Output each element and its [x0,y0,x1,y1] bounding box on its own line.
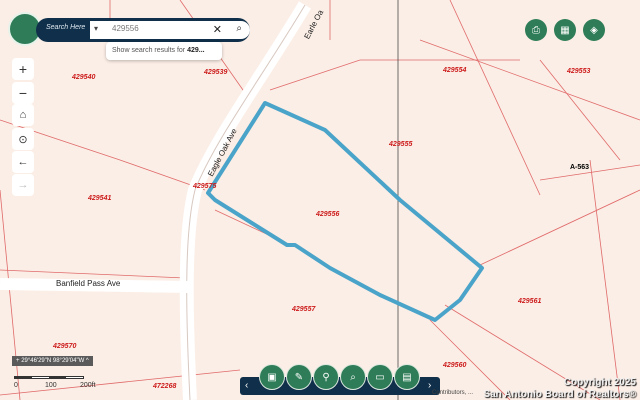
expand-icon[interactable]: + [16,358,20,364]
parcel-label: 429570 [53,343,77,350]
grid-icon[interactable]: ▦ [554,19,576,41]
parcel-label: 429540 [72,74,96,81]
coordinate-text: 29°46'29"N 98°29'04"W [21,358,85,364]
parcel-label: 429539 [204,69,228,76]
scale-bar [14,376,84,379]
print-icon[interactable]: ⎙ [525,19,547,41]
chevron-left-icon[interactable]: ‹ [245,380,248,391]
parcel-label: 429561 [518,298,542,305]
map-attribution: Contributors, ... [432,390,474,396]
search-field[interactable]: ▾ ✕ ⌕ [90,21,250,39]
suggestion-term: 429... [187,47,205,54]
search-suggestion[interactable]: Show search results for 429... [106,42,222,60]
back-arrow-icon[interactable]: ← [12,151,34,173]
zoom-out-button[interactable]: − [12,82,34,104]
suggestion-text: Show search results for [112,47,186,54]
selected-parcel-label: 429556 [316,211,340,218]
parcel-label: 429575 [193,183,217,190]
scale-label: 100 [45,382,57,389]
copyright-line: Copyright 2025 [563,377,636,388]
search-bar: Search Here ▾ ✕ ⌕ [36,18,250,42]
chevron-up-icon[interactable]: ^ [86,358,89,364]
forward-arrow-icon[interactable]: → [12,174,34,196]
scale-label: 200ft [80,382,96,389]
parcel-label: 429541 [88,195,112,202]
ruler-icon[interactable]: ▭ [367,364,393,390]
report-icon[interactable]: ▤ [394,364,420,390]
road-label-banfield-pass: Banfield Pass Ave [56,279,121,288]
close-icon[interactable]: ✕ [213,23,222,36]
parcel-label: 429560 [443,362,467,369]
search-icon[interactable]: ⌕ [236,23,242,34]
scale-label: 0 [14,382,18,389]
zoom-in-button[interactable]: + [12,58,34,80]
layers-icon[interactable]: ◈ [583,19,605,41]
chevron-down-icon[interactable]: ▾ [94,24,98,33]
parcel-label: 429553 [567,68,591,75]
chevron-right-icon[interactable]: › [428,380,431,391]
parcel-label: 472268 [153,383,177,390]
draw-icon[interactable]: ✎ [286,364,312,390]
coordinate-readout: + 29°46'29"N 98°29'04"W ^ [12,356,93,366]
measure-icon[interactable]: ⚲ [313,364,339,390]
parcel-label: 429554 [443,67,467,74]
home-icon[interactable]: ⌂ [12,104,34,126]
search-area-icon[interactable]: ⌕ [340,364,366,390]
parcel-label: 429555 [389,141,413,148]
abstract-label: A-563 [570,164,590,171]
copyright-line: San Antonio Board of Realtors® [483,389,636,400]
search-input[interactable] [112,24,202,33]
parcel-label: 429557 [292,306,316,313]
search-label: Search Here [46,24,86,31]
bookmark-icon[interactable]: ▣ [259,364,285,390]
locate-icon[interactable]: ⊙ [12,128,34,150]
selected-parcel-outline [206,101,484,322]
